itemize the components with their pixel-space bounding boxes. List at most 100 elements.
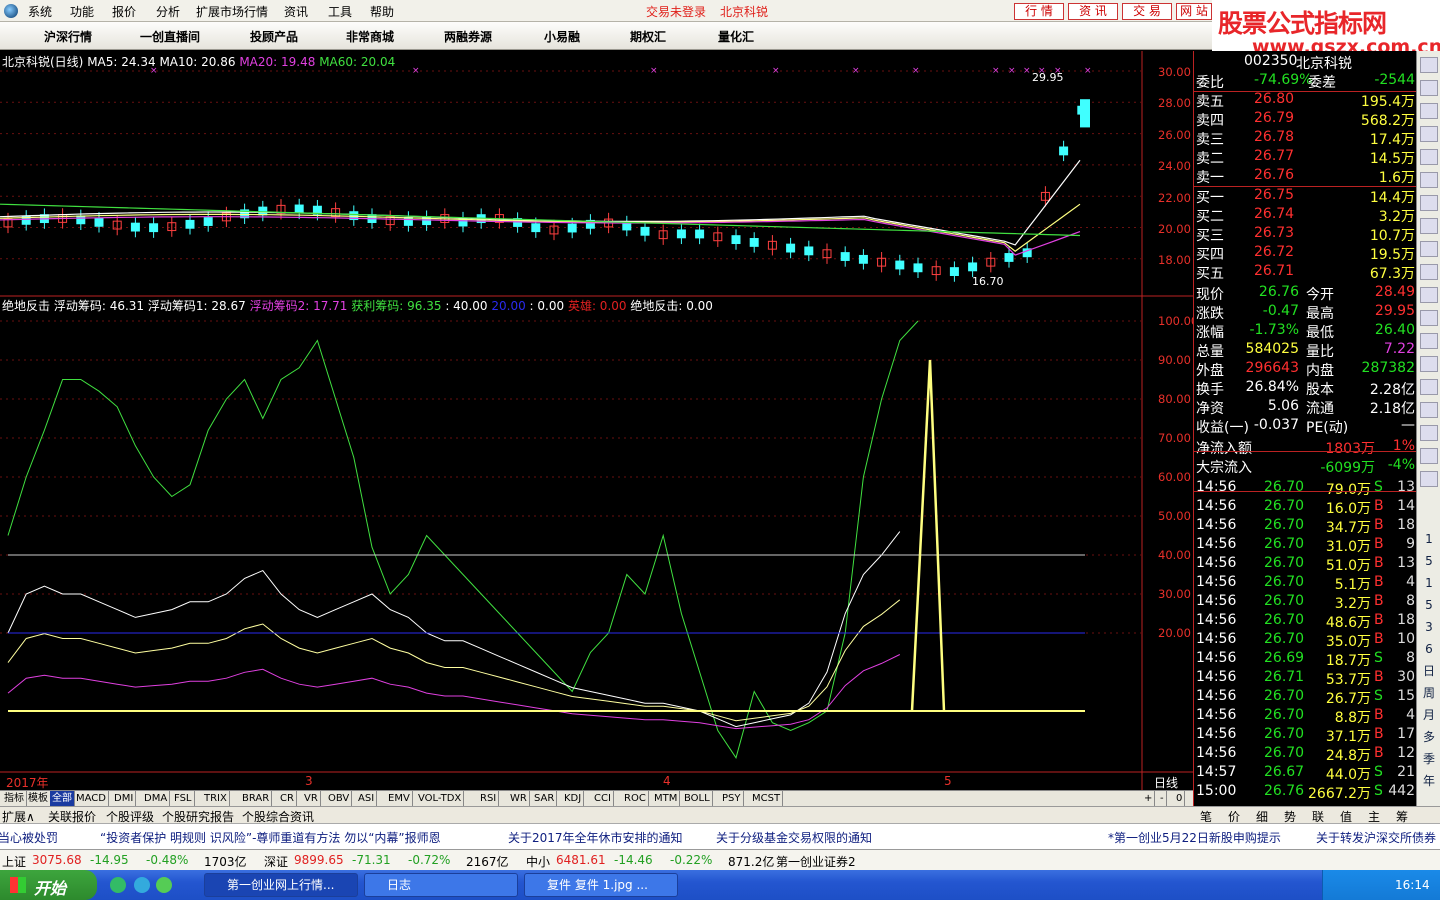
tab-control-button[interactable]: - (1158, 791, 1167, 807)
start-button[interactable]: 开始 (0, 870, 97, 900)
tab-mall[interactable]: 非常商城 (346, 28, 394, 45)
tab-margin[interactable]: 两融券源 (444, 28, 492, 45)
indicator-tab[interactable]: DMA (142, 791, 171, 807)
indicator-tab[interactable]: MACD (74, 791, 109, 807)
indicator-tab[interactable]: 全部 (50, 791, 75, 807)
period-button[interactable]: 季 (1420, 751, 1438, 767)
buy-volume: 3.2万 (1378, 209, 1415, 225)
lines-icon[interactable] (1420, 80, 1438, 96)
trend-icon[interactable] (1420, 356, 1438, 372)
list-icon[interactable] (1420, 126, 1438, 142)
news-item[interactable]: *第一创业5月22日新股申购提示 (1108, 829, 1281, 846)
indicator-tab[interactable]: BRAR (240, 791, 273, 807)
indicator-tab[interactable]: VR (302, 791, 321, 807)
indicator-tab[interactable]: FSL (172, 791, 195, 807)
period-button[interactable]: 1 (1420, 531, 1438, 547)
indicator-tab[interactable]: RSI (478, 791, 500, 807)
menu-extended-market[interactable]: 扩展市场行情 (196, 3, 268, 20)
rsi-icon[interactable] (1420, 379, 1438, 395)
circle-icon[interactable] (1420, 333, 1438, 349)
desktop-icon[interactable] (110, 877, 126, 893)
indicator-tab[interactable]: EMV (386, 791, 413, 807)
tab-options[interactable]: 期权汇 (630, 28, 666, 45)
ind-y-tick: 70.00 (1158, 431, 1191, 445)
tab-live-room[interactable]: 一创直播间 (140, 28, 200, 45)
candle-icon[interactable] (1420, 195, 1438, 211)
period-button[interactable]: 日 (1420, 663, 1438, 679)
news-item[interactable]: 当心被处罚 (0, 829, 58, 846)
period-label[interactable]: 日线 (1154, 774, 1178, 791)
news-item[interactable]: “投资者保护 明规则 识风险”-尊师重道有方法 勿以“内幕”报师恩 (100, 829, 441, 846)
menu-system[interactable]: 系统 (28, 3, 52, 20)
chart-canvas[interactable]: × × × × × × × × × × × × (0, 51, 1193, 791)
ie-icon[interactable] (134, 877, 150, 893)
indicator-tab[interactable]: DMI (112, 791, 137, 807)
taskbar: 开始 第一创业网上行情... 日志 复件 复件 1.jpg ... 16:14 (0, 870, 1440, 900)
indicator-tab[interactable]: MTM (652, 791, 681, 807)
tab-control-button[interactable]: + (1142, 791, 1156, 807)
kdj-icon[interactable] (1420, 241, 1438, 257)
period-button[interactable]: 3 (1420, 619, 1438, 635)
indicator-tab[interactable]: 模板 (26, 791, 51, 807)
menu-tools[interactable]: 工具 (328, 3, 352, 20)
menu-analysis[interactable]: 分析 (156, 3, 180, 20)
f2-icon[interactable] (1420, 287, 1438, 303)
news-button[interactable]: 资 讯 (1068, 3, 1118, 20)
website-button[interactable]: 网 站 (1176, 3, 1212, 20)
indicator-tab[interactable]: CR (278, 791, 297, 807)
period-button[interactable]: 多 (1420, 729, 1438, 745)
menu-info[interactable]: 资讯 (284, 3, 308, 20)
news-item[interactable]: 关于2017年全年休市安排的通知 (508, 829, 683, 846)
indicator-tab[interactable]: ASI (356, 791, 378, 807)
quicklaunch-icon[interactable] (156, 877, 172, 893)
indicator-tab[interactable]: OBV (326, 791, 353, 807)
indicator-tab[interactable]: CCI (592, 791, 614, 807)
indicator-tab[interactable]: KDJ (562, 791, 585, 807)
task-window-trading[interactable]: 第一创业网上行情... (204, 873, 358, 897)
period-button[interactable]: 5 (1420, 553, 1438, 569)
trade-button[interactable]: 交 易 (1122, 3, 1172, 20)
tab-quant[interactable]: 量化汇 (718, 28, 754, 45)
menu-function[interactable]: 功能 (70, 3, 94, 20)
news-item[interactable]: 关于转发沪深交所债券 (1316, 829, 1436, 846)
period-button[interactable]: 月 (1420, 707, 1438, 723)
period-button[interactable]: 年 (1420, 773, 1438, 789)
menu-quote[interactable]: 报价 (112, 3, 136, 20)
kline-chart-area[interactable]: × × × × × × × × × × × × 北京科锐(日线) MA5: 24.34 MA10: 2… (0, 51, 1198, 808)
quote-button[interactable]: 行 情 (1014, 3, 1064, 20)
menu-help[interactable]: 帮助 (370, 3, 394, 20)
period-button[interactable]: 5 (1420, 597, 1438, 613)
x-icon[interactable] (1420, 57, 1438, 73)
news-item[interactable]: 关于分级基金交易权限的通知 (716, 829, 872, 846)
task-window-image[interactable]: 复件 复件 1.jpg ... (524, 873, 678, 897)
indicator-tab[interactable]: PSY (720, 791, 744, 807)
bar-icon[interactable] (1420, 172, 1438, 188)
vol-icon[interactable] (1420, 218, 1438, 234)
macd-icon[interactable] (1420, 264, 1438, 280)
indicator-tab[interactable]: BOLL (682, 791, 713, 807)
indicator-tab[interactable]: ROC (622, 791, 649, 807)
stat-value: — (1401, 417, 1415, 433)
task-window-log[interactable]: 日志 (364, 873, 518, 897)
period-button[interactable]: 6 (1420, 641, 1438, 657)
chart-icon[interactable] (1420, 149, 1438, 165)
tab-hs-market[interactable]: 沪深行情 (44, 28, 92, 45)
tab-advisory[interactable]: 投顾产品 (250, 28, 298, 45)
indicator-tab[interactable]: VOL-TDX (416, 791, 465, 807)
period-button[interactable]: 1 (1420, 575, 1438, 591)
wave-icon[interactable] (1420, 402, 1438, 418)
login-status[interactable]: 交易未登录 (646, 3, 706, 20)
indicator-tab[interactable]: TRIX (202, 791, 230, 807)
f10-icon[interactable] (1420, 310, 1438, 326)
tab-xiaoyirong[interactable]: 小易融 (544, 28, 580, 45)
indicator-tab[interactable]: 指标 (2, 791, 27, 807)
f5-icon[interactable] (1420, 471, 1438, 487)
indicator-tab[interactable]: WR (508, 791, 530, 807)
cross-icon[interactable] (1420, 425, 1438, 441)
period-button[interactable]: 周 (1420, 685, 1438, 701)
tab-control-button[interactable]: 0 (1174, 791, 1186, 807)
indicator-tab[interactable]: SAR (532, 791, 558, 807)
indicator-tab[interactable]: MCST (750, 791, 784, 807)
grid-icon[interactable] (1420, 103, 1438, 119)
indicator-icon[interactable] (1420, 448, 1438, 464)
